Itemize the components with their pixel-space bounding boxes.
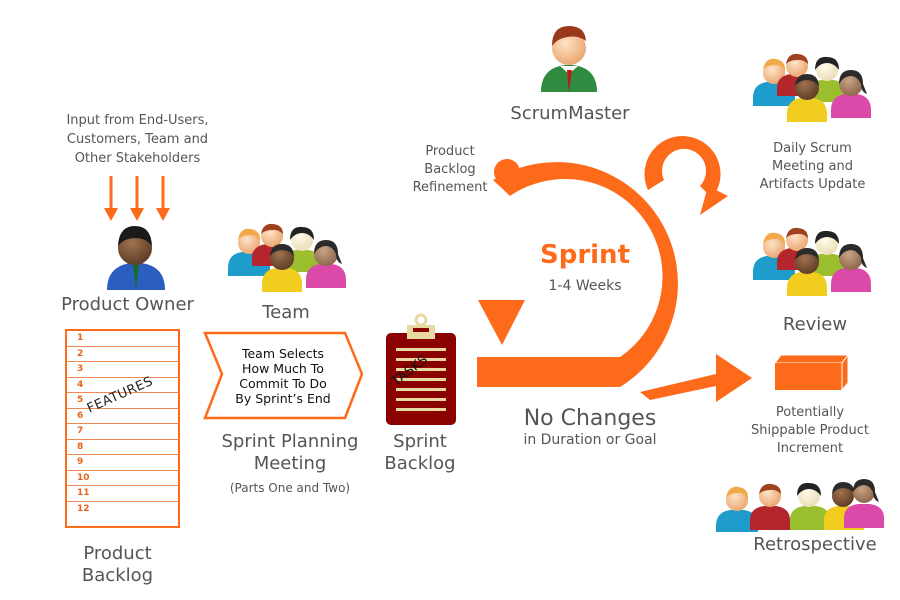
sprint-title: Sprint bbox=[539, 240, 630, 270]
daily-scrum-line: Daily Scrum bbox=[773, 141, 852, 156]
backlog-row: 8 bbox=[67, 440, 178, 455]
product-owner-label: Product Owner bbox=[61, 294, 194, 315]
backlog-row: 6 bbox=[67, 409, 178, 424]
team-label: Team bbox=[262, 302, 310, 323]
sprint-planning-label-line: Sprint Planning bbox=[221, 431, 359, 452]
backlog-row: 9 bbox=[67, 455, 178, 471]
planning-line: Commit To Do bbox=[239, 376, 327, 391]
sprint-planning-label: Sprint Planning Meeting bbox=[205, 431, 375, 475]
input-line: Input from End-Users, bbox=[66, 113, 209, 128]
planning-line: By Sprint’s End bbox=[235, 391, 331, 406]
review-team-icon bbox=[753, 227, 871, 296]
backlog-row: 7 bbox=[67, 424, 178, 440]
refinement-line: Refinement bbox=[412, 180, 488, 195]
increment-box-icon bbox=[774, 353, 849, 392]
product-backlog-label-line: Product bbox=[83, 543, 152, 564]
input-line: Customers, Team and bbox=[66, 132, 209, 147]
product-backlog-list: 1 2 3 4 5 6 7 8 9 10 11 12 bbox=[65, 329, 180, 528]
planning-line: How Much To bbox=[242, 361, 324, 376]
input-arrows bbox=[104, 176, 170, 221]
product-backlog-label: Product Backlog bbox=[60, 543, 175, 587]
sprint-backlog-label-line: Sprint bbox=[393, 431, 447, 452]
input-line: Other Stakeholders bbox=[74, 151, 201, 166]
planning-box-text: Team Selects How Much To Commit To Do By… bbox=[218, 346, 348, 406]
backlog-row: 10 bbox=[67, 471, 178, 486]
retrospective-team-icon bbox=[716, 479, 884, 532]
backlog-row: 1 bbox=[67, 331, 178, 347]
scrum-master-icon bbox=[541, 26, 597, 92]
team-icon bbox=[228, 223, 346, 292]
review-label: Review bbox=[782, 314, 848, 335]
increment-line: Increment bbox=[776, 441, 844, 456]
no-changes-title: No Changes bbox=[523, 406, 657, 431]
refinement-label: Product Backlog Refinement bbox=[405, 143, 495, 197]
backlog-row: 12 bbox=[77, 503, 90, 514]
backlog-row: 2 bbox=[67, 347, 178, 362]
planning-line: Team Selects bbox=[241, 346, 325, 361]
backlog-row: 3 bbox=[67, 362, 178, 378]
daily-scrum-line: Meeting and bbox=[771, 159, 853, 174]
daily-scrum-team-icon bbox=[753, 53, 871, 122]
sprint-backlog-label: Sprint Backlog bbox=[375, 431, 465, 475]
increment-label: Potentially Shippable Product Increment bbox=[735, 404, 885, 458]
backlog-row: 11 bbox=[67, 486, 178, 502]
product-backlog-label-line: Backlog bbox=[81, 565, 154, 586]
daily-scrum-line: Artifacts Update bbox=[759, 177, 866, 192]
retrospective-label: Retrospective bbox=[753, 534, 877, 555]
sprint-planning-label-line: Meeting bbox=[253, 453, 327, 474]
increment-line: Shippable Product bbox=[751, 423, 869, 438]
refinement-line: Backlog bbox=[424, 162, 476, 177]
input-label: Input from End-Users, Customers, Team an… bbox=[40, 111, 235, 168]
sprint-backlog-label-line: Backlog bbox=[384, 453, 456, 474]
refinement-line: Product bbox=[425, 144, 475, 159]
sprint-planning-sub: (Parts One and Two) bbox=[229, 481, 351, 495]
daily-scrum-label: Daily Scrum Meeting and Artifacts Update bbox=[745, 140, 880, 194]
no-changes-sub: in Duration or Goal bbox=[523, 432, 657, 448]
increment-line: Potentially bbox=[775, 405, 845, 420]
product-owner-icon bbox=[107, 226, 165, 290]
sprint-duration: 1-4 Weeks bbox=[548, 278, 622, 294]
scrum-master-label: ScrumMaster bbox=[510, 103, 630, 124]
